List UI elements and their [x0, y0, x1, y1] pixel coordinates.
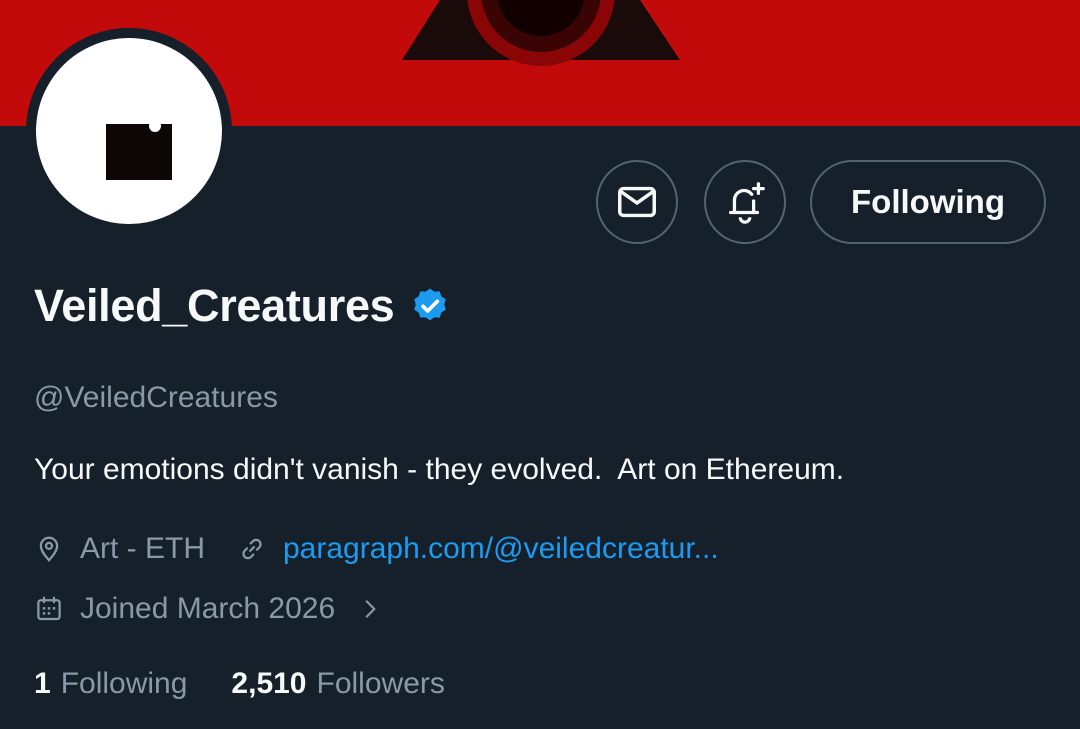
- profile-name-row: Veiled_Creatures: [34, 278, 450, 334]
- link-icon: [242, 538, 262, 560]
- joined-text: Joined March 2026: [80, 592, 336, 625]
- website-item[interactable]: paragraph.com/@veiledcreatur...: [237, 532, 719, 566]
- location-pin-icon: [39, 536, 59, 562]
- message-button[interactable]: [596, 160, 678, 244]
- chevron-right-icon[interactable]: [357, 596, 383, 622]
- profile-meta-row: Art - ETH paragraph.com/@veiledcreatur..…: [34, 532, 719, 566]
- joined-item: Joined March 2026: [34, 592, 335, 626]
- profile-bio: Your emotions didn't vanish - they evolv…: [34, 453, 845, 486]
- following-button[interactable]: Following: [810, 160, 1046, 244]
- location-text: Art - ETH: [80, 532, 205, 565]
- website-link[interactable]: paragraph.com/@veiledcreatur...: [283, 532, 719, 566]
- profile-joined-row[interactable]: Joined March 2026: [34, 592, 383, 626]
- envelope-icon: [618, 186, 656, 218]
- profile-stats: 1 Following 2,510 Followers: [34, 667, 445, 701]
- profile-handle: @VeiledCreatures: [34, 381, 278, 414]
- followers-count: 2,510: [231, 667, 307, 700]
- calendar-icon: [37, 596, 61, 621]
- verified-badge-icon[interactable]: [410, 286, 450, 326]
- following-stat[interactable]: 1 Following: [34, 667, 187, 701]
- following-count: 1: [34, 667, 51, 700]
- location-item: Art - ETH: [34, 532, 205, 566]
- followers-label: Followers: [316, 667, 445, 700]
- followers-stat[interactable]: 2,510 Followers: [231, 667, 444, 701]
- bell-plus-icon: [728, 182, 765, 224]
- notifications-button[interactable]: [704, 160, 786, 244]
- profile-avatar[interactable]: [26, 28, 232, 234]
- avatar-image: [36, 38, 222, 224]
- following-label: Following: [60, 667, 188, 700]
- display-name: Veiled_Creatures: [34, 280, 395, 331]
